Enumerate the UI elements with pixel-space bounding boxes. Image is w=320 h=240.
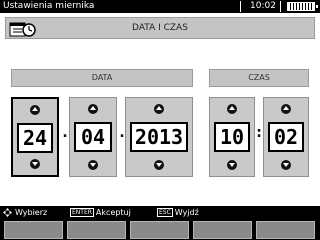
month-spinner[interactable]: 04: [69, 97, 117, 177]
title-divider: [280, 1, 281, 12]
year-spinner[interactable]: 2013: [125, 97, 193, 177]
esc-hint-label: Wyjdź: [174, 208, 199, 217]
softkey-f4[interactable]: [193, 221, 252, 239]
date-section-label: DATA: [11, 69, 193, 87]
increment-arrow-icon[interactable]: [227, 104, 237, 114]
softkey-f3[interactable]: [130, 221, 189, 239]
minute-value[interactable]: 02: [268, 122, 304, 152]
battery-icon: [287, 2, 318, 11]
navigation-arrows-icon: [3, 208, 12, 217]
enter-hint-label: Akceptuj: [95, 208, 131, 217]
year-value[interactable]: 2013: [130, 122, 188, 152]
month-value[interactable]: 04: [74, 122, 112, 152]
decrement-arrow-icon[interactable]: [281, 160, 291, 170]
increment-arrow-icon[interactable]: [30, 105, 40, 115]
softkey-f5[interactable]: [256, 221, 315, 239]
clock-time: 10:02: [250, 1, 276, 11]
enter-hint: ENTER Akceptuj: [70, 206, 131, 219]
nav-hint: Wybierz: [15, 208, 48, 217]
enter-key-icon: ENTER: [70, 208, 94, 217]
minute-spinner[interactable]: 02: [263, 97, 309, 177]
page-title: DATA I CZAS: [132, 23, 188, 33]
title-bar: Ustawienia miernika 10:02: [0, 0, 320, 13]
section-header: DATA I CZAS: [5, 17, 315, 39]
hour-spinner[interactable]: 10: [209, 97, 255, 177]
day-value[interactable]: 24: [17, 123, 53, 153]
softkey-f2[interactable]: [67, 221, 126, 239]
hour-value[interactable]: 10: [214, 122, 250, 152]
status-bar: Wybierz ENTER Akceptuj ESC Wyjdź: [0, 206, 320, 219]
settings-panel: DATA I CZAS DATA CZAS 24 . 04 . 2013 10 …: [0, 13, 320, 206]
day-spinner[interactable]: 24: [11, 97, 59, 177]
softkey-f1[interactable]: [4, 221, 63, 239]
title-divider: [240, 1, 241, 12]
decrement-arrow-icon[interactable]: [154, 160, 164, 170]
decrement-arrow-icon[interactable]: [227, 160, 237, 170]
window-title: Ustawienia miernika: [3, 1, 95, 11]
esc-hint: ESC Wyjdź: [157, 206, 199, 219]
decrement-arrow-icon[interactable]: [88, 160, 98, 170]
time-section-label: CZAS: [209, 69, 309, 87]
increment-arrow-icon[interactable]: [88, 104, 98, 114]
increment-arrow-icon[interactable]: [281, 104, 291, 114]
increment-arrow-icon[interactable]: [154, 104, 164, 114]
decrement-arrow-icon[interactable]: [30, 159, 40, 169]
esc-key-icon: ESC: [157, 208, 173, 217]
softkey-bar: [0, 219, 320, 240]
